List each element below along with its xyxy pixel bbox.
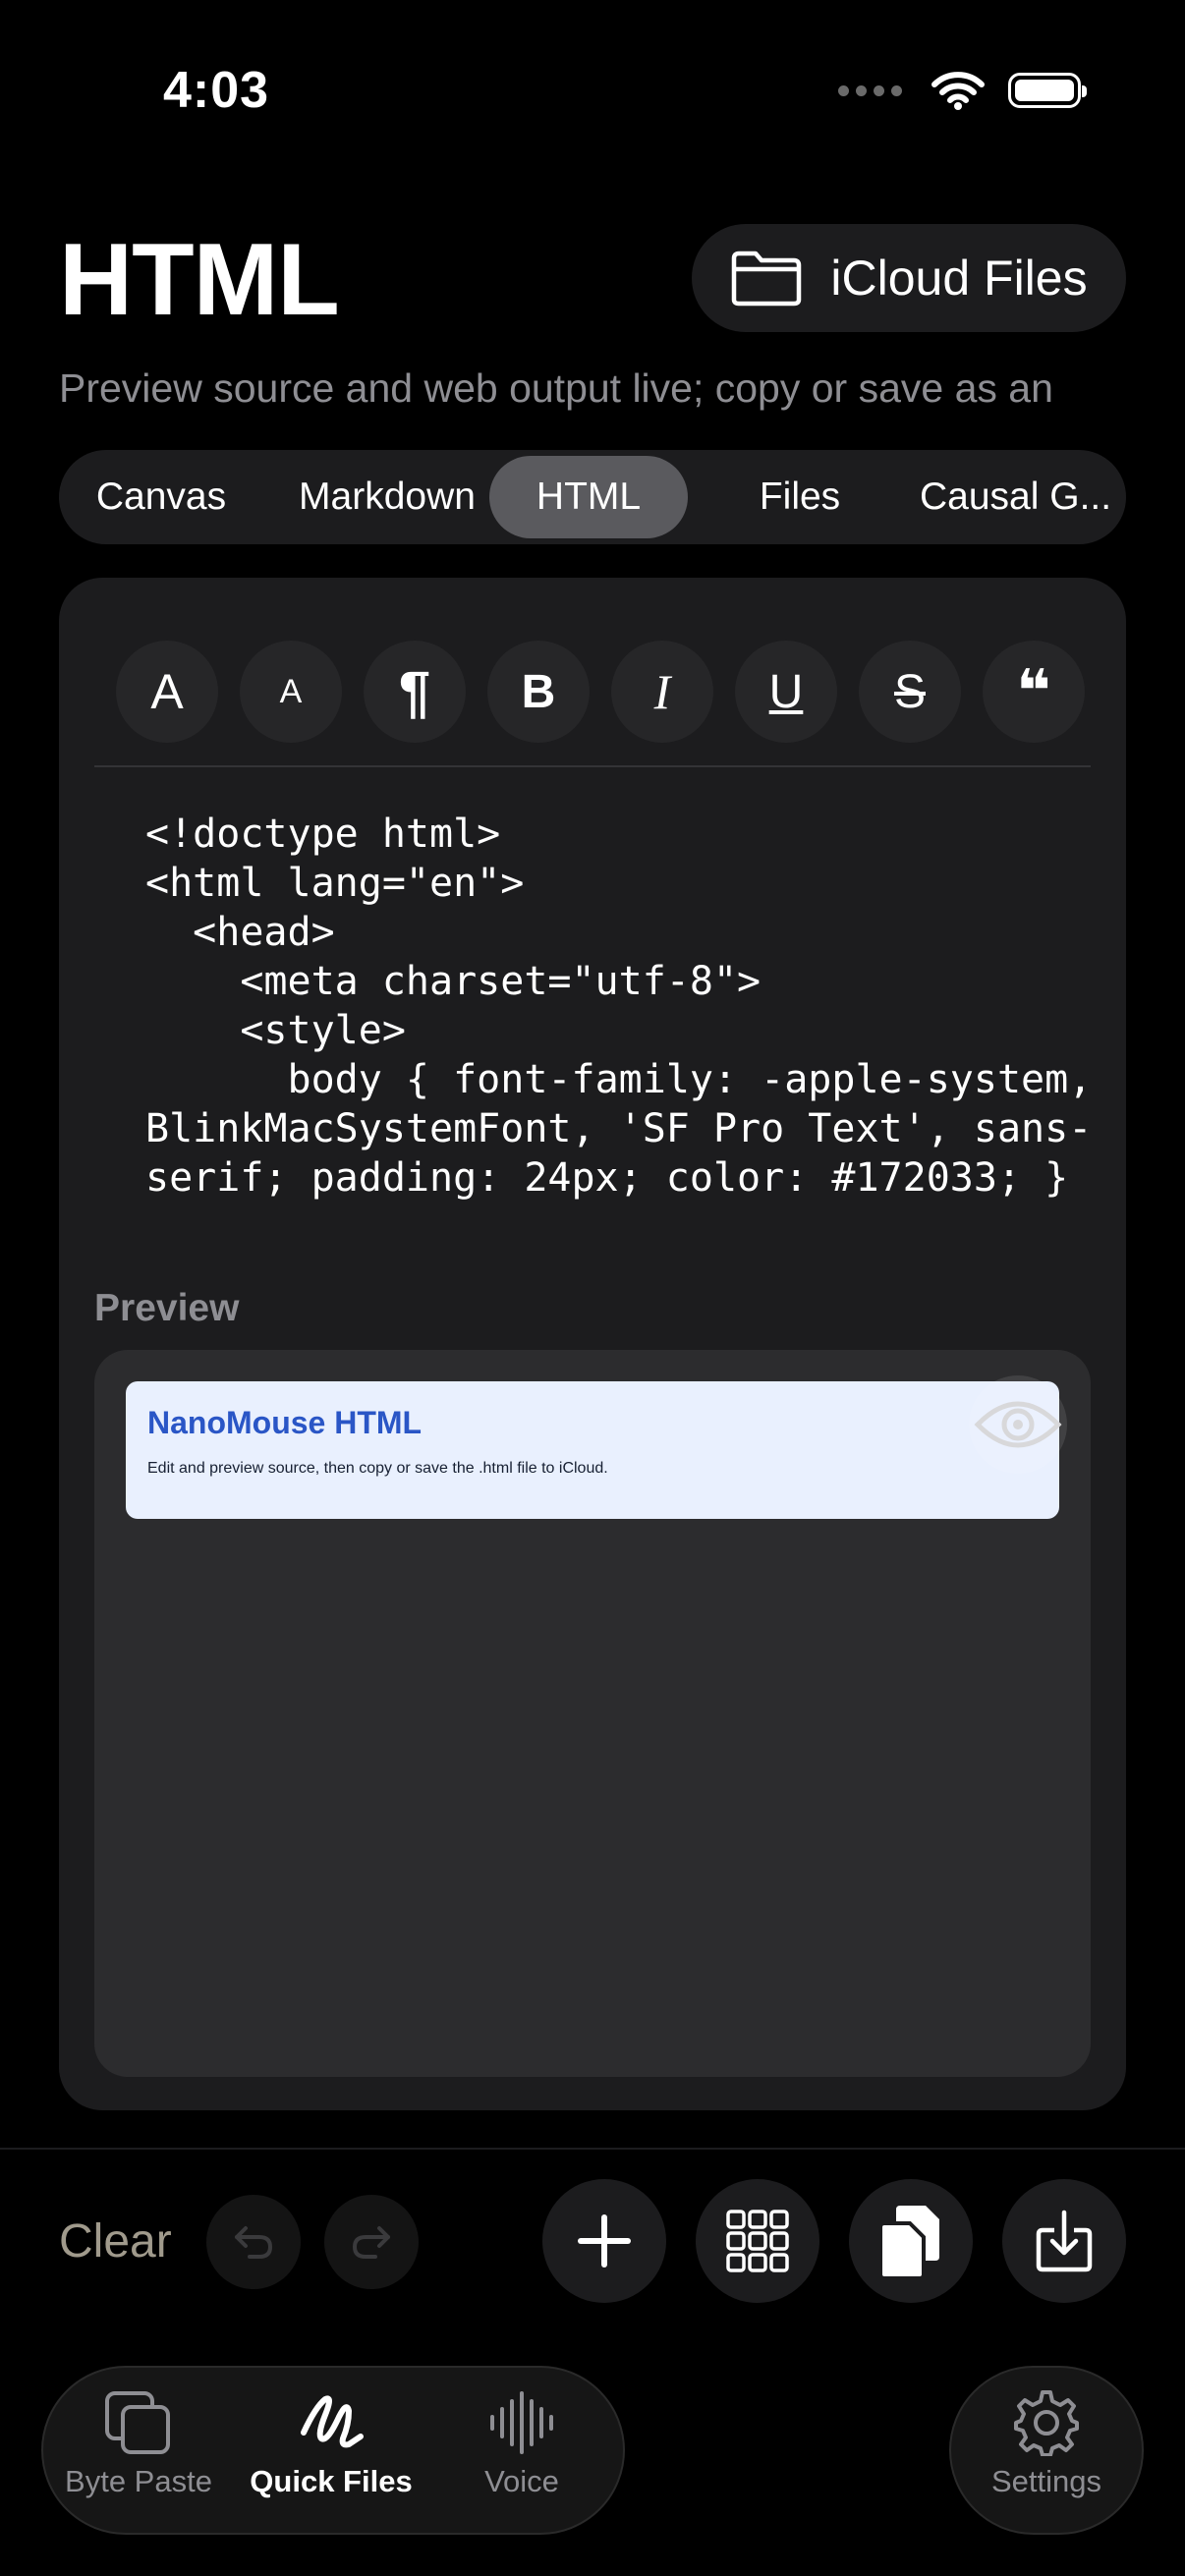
- icloud-files-label: iCloud Files: [830, 251, 1088, 306]
- underline-icon: U: [768, 665, 804, 718]
- tab-quick-files[interactable]: Quick Files: [238, 2389, 424, 2499]
- html-source-editor[interactable]: <!doctype html> <html lang="en"> <head> …: [145, 810, 1108, 1203]
- page-title: HTML: [59, 223, 340, 337]
- editor-card: A A ¶ B I U S ❝ <!doctype html> <html la…: [59, 578, 1126, 2110]
- tab-causal-graph[interactable]: Causal G...: [904, 456, 1120, 538]
- tab-files[interactable]: Files: [702, 456, 898, 538]
- add-button[interactable]: [542, 2179, 666, 2303]
- tab-canvas[interactable]: Canvas: [65, 456, 257, 538]
- save-button[interactable]: [1002, 2179, 1126, 2303]
- copy-icon: [878, 2206, 939, 2280]
- redo-button[interactable]: [324, 2195, 419, 2289]
- strikethrough-button[interactable]: S: [859, 641, 961, 743]
- bold-icon: B: [521, 665, 556, 718]
- font-larger-icon: A: [150, 664, 184, 719]
- quote-icon: ❝: [1016, 658, 1051, 724]
- grid-icon: [726, 2210, 789, 2272]
- mode-tab-bar: Canvas Markdown HTML Files Causal G...: [59, 450, 1126, 544]
- status-icons: [838, 71, 1087, 110]
- bold-button[interactable]: B: [487, 641, 590, 743]
- tab-html[interactable]: HTML: [489, 456, 688, 538]
- download-icon: [1036, 2210, 1093, 2272]
- format-toolbar: A A ¶ B I U S ❝: [116, 641, 1126, 749]
- tab-markdown[interactable]: Markdown: [273, 456, 501, 538]
- paragraph-icon: ¶: [398, 659, 431, 724]
- font-larger-button[interactable]: A: [116, 641, 218, 743]
- strikethrough-icon: S: [893, 665, 926, 718]
- toolbar-divider: [94, 765, 1091, 767]
- paragraph-button[interactable]: ¶: [364, 641, 466, 743]
- tab-voice-label: Voice: [484, 2464, 559, 2498]
- tab-quick-files-label: Quick Files: [250, 2464, 413, 2498]
- signal-dots-icon: [838, 84, 902, 96]
- copy-button[interactable]: [849, 2179, 973, 2303]
- clear-button[interactable]: Clear: [59, 2214, 172, 2268]
- settings-button[interactable]: Settings: [949, 2366, 1144, 2535]
- underline-button[interactable]: U: [735, 641, 837, 743]
- preview-doc-title: NanoMouse HTML: [147, 1405, 423, 1440]
- gear-icon: [1014, 2390, 1079, 2456]
- quick-files-icon: [301, 2395, 364, 2448]
- preview-doc-text: Edit and preview source, then copy or sa…: [147, 1460, 608, 1477]
- preview-label: Preview: [94, 1287, 240, 1329]
- waveform-icon: [490, 2391, 553, 2454]
- undo-icon: [235, 2226, 273, 2259]
- eye-icon: [974, 1401, 1062, 1448]
- undo-button[interactable]: [206, 2195, 301, 2289]
- italic-icon: I: [653, 664, 671, 719]
- settings-label: Settings: [990, 2464, 1101, 2498]
- preview-document: NanoMouse HTML Edit and preview source, …: [126, 1381, 1059, 1519]
- byte-paste-icon: [105, 2391, 170, 2454]
- bottom-tab-bar: Byte Paste Quick Files Voice: [41, 2366, 625, 2535]
- italic-button[interactable]: I: [611, 641, 713, 743]
- redo-icon: [352, 2226, 390, 2259]
- toggle-preview-button[interactable]: [969, 1375, 1067, 1474]
- icloud-files-button[interactable]: iCloud Files: [692, 224, 1126, 332]
- preview-pane: NanoMouse HTML Edit and preview source, …: [94, 1350, 1091, 2077]
- page-subtitle: Preview source and web output live; copy…: [59, 365, 1053, 411]
- folder-icon: [732, 251, 802, 307]
- status-time: 4:03: [163, 62, 270, 119]
- tab-voice[interactable]: Voice: [428, 2389, 615, 2499]
- tab-byte-paste[interactable]: Byte Paste: [45, 2389, 232, 2499]
- toolbar-separator: [0, 2148, 1185, 2150]
- wifi-icon: [931, 72, 985, 110]
- font-smaller-button[interactable]: A: [240, 641, 342, 743]
- grid-button[interactable]: [696, 2179, 819, 2303]
- plus-icon: [578, 2214, 631, 2268]
- font-smaller-icon: A: [279, 672, 303, 710]
- quote-button[interactable]: ❝: [983, 641, 1085, 743]
- tab-byte-paste-label: Byte Paste: [65, 2464, 212, 2498]
- battery-icon: [1008, 73, 1087, 108]
